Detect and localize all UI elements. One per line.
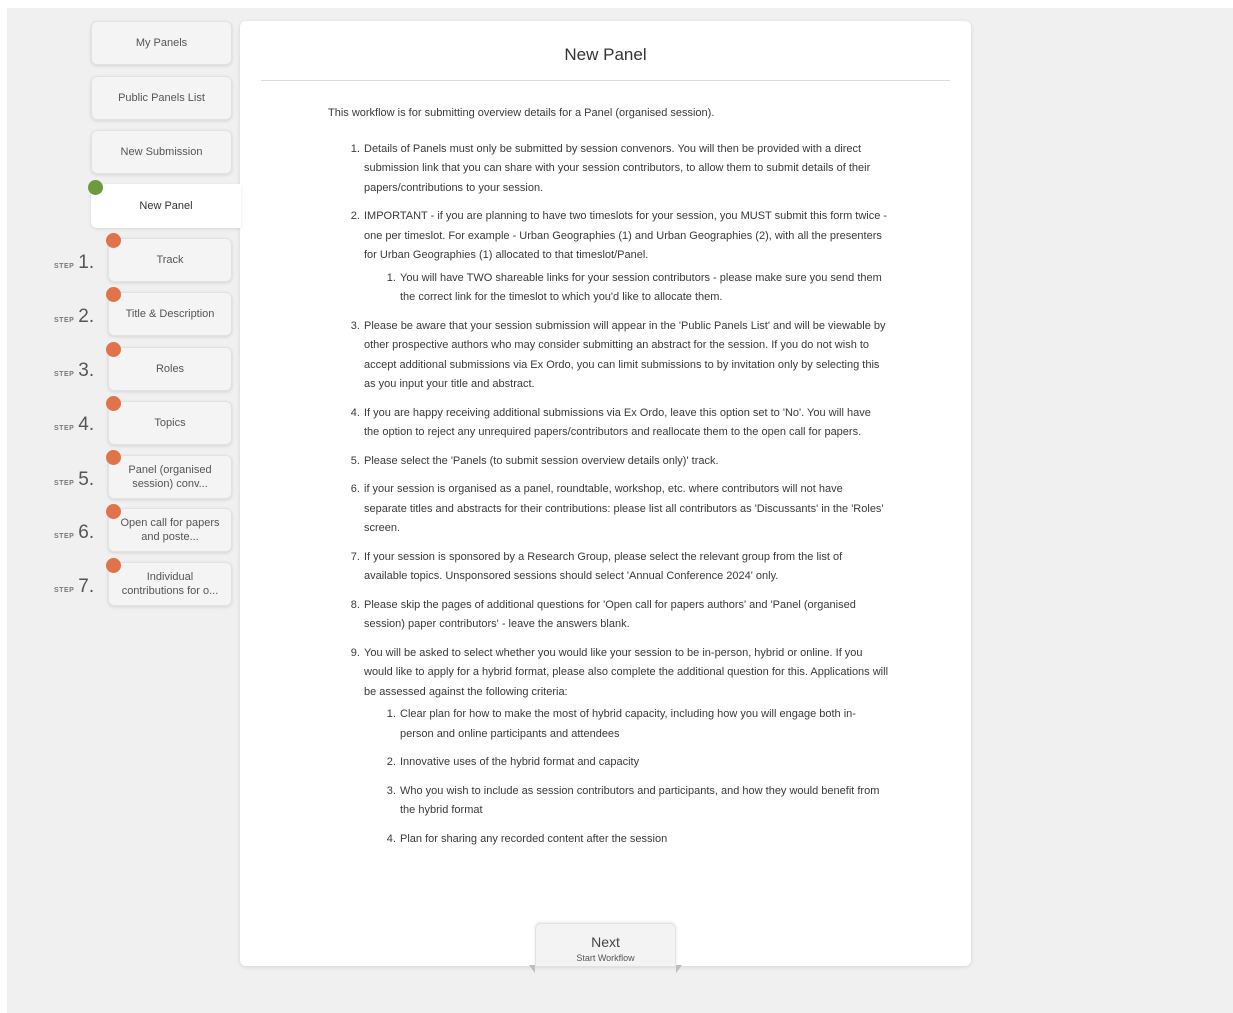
incomplete-status-dot [106,504,121,519]
sub-list: Clear plan for how to make the most of h… [364,705,888,849]
step-tab-open-call[interactable]: Open call for papers and poste... [108,508,232,552]
list-item: If you are happy receiving additional su… [363,404,888,443]
button-fold-left [529,965,535,973]
nav-tab-new-panel[interactable]: New Panel [91,184,241,228]
incomplete-status-dot [106,287,121,302]
step-tab-label: Panel (organised session) conv... [128,464,212,490]
step-num: 1. [78,252,95,273]
sub-list-item-text: You will have TWO shareable links for yo… [400,271,882,304]
sub-list-item-text: Innovative uses of the hybrid format and… [400,756,640,768]
step-word: STEP [54,425,75,432]
step-word: STEP [54,371,75,378]
step-word: STEP [54,533,75,540]
step-number-5: STEP 5. [54,469,98,495]
step-tab-individual-contributions[interactable]: Individual contributions for o... [108,562,232,606]
step-tab-track[interactable]: Track [108,238,232,282]
step-num: 2. [78,306,95,327]
list-item-text: Please be aware that your session submis… [364,319,886,391]
intro-text: This workflow is for submitting overview… [328,107,715,119]
incomplete-status-dot [106,233,121,248]
step-number-7: STEP 7. [54,576,98,602]
instructions-list: Details of Panels must only be submitted… [328,140,888,850]
step-num: 3. [78,360,95,381]
nav-tab-label: My Panels [135,37,188,49]
incomplete-status-dot [106,450,121,465]
list-item-text: if your session is organised as a panel,… [364,483,884,534]
step-number-4: STEP 4. [54,414,98,440]
list-item-text: Please select the 'Panels (to submit ses… [364,454,719,467]
step-tab-roles[interactable]: Roles [108,347,232,391]
list-item-text: You will be asked to select whether you … [364,646,889,698]
current-status-dot [88,180,103,195]
sub-list: You will have TWO shareable links for yo… [364,269,888,308]
list-item: Please be aware that your session submis… [363,317,888,395]
next-button-sublabel: Start Workflow [576,953,635,963]
list-item: IMPORTANT - if you are planning to have … [363,207,888,308]
sub-list-item: Plan for sharing any recorded content af… [399,830,888,850]
list-item-text: Please skip the pages of additional ques… [364,598,856,631]
list-item: Please skip the pages of additional ques… [363,596,888,635]
step-number-2: STEP 2. [54,306,98,332]
list-item-text: If you are happy receiving additional su… [364,406,871,439]
nav-tab-my-panels[interactable]: My Panels [91,21,232,65]
step-num: 5. [78,469,95,490]
step-number-1: STEP 1. [54,252,98,278]
button-fold-right [676,965,682,973]
sub-list-item-text: Who you wish to include as session contr… [400,784,880,817]
step-num: 4. [78,414,95,435]
nav-tab-label: Public Panels List [118,92,205,104]
sub-list-item: You will have TWO shareable links for yo… [399,269,888,308]
list-item-text: Details of Panels must only be submitted… [364,142,871,194]
list-item-text: IMPORTANT - if you are planning to have … [364,210,888,261]
main-panel: New Panel This workflow is for submittin… [240,21,971,966]
list-item: If your session is sponsored by a Resear… [363,548,888,587]
step-tab-topics[interactable]: Topics [108,401,232,445]
step-num: 7. [78,576,95,597]
sub-list-item-text: Clear plan for how to make the most of h… [400,708,856,740]
list-item: You will be asked to select whether you … [363,644,888,850]
page-title: New Panel [564,45,647,64]
list-item: Details of Panels must only be submitted… [363,140,888,199]
step-tab-label: Title & Description [125,308,215,320]
sub-list-item-text: Plan for sharing any recorded content af… [400,832,668,845]
nav-tab-public-panels-list[interactable]: Public Panels List [91,76,232,120]
step-number-6: STEP 6. [54,522,98,548]
nav-tab-label: New Submission [120,146,203,158]
step-tab-label: Individual contributions for o... [121,571,219,597]
sub-list-item: Innovative uses of the hybrid format and… [399,753,888,773]
incomplete-status-dot [106,342,121,357]
step-number-3: STEP 3. [54,360,98,386]
sub-list-item: Who you wish to include as session contr… [399,782,888,821]
next-button[interactable]: Next Start Workflow [535,923,676,967]
sub-list-item: Clear plan for how to make the most of h… [399,705,888,744]
step-tab-title-description[interactable]: Title & Description [108,292,232,336]
incomplete-status-dot [106,558,121,573]
incomplete-status-dot [106,396,121,411]
step-tab-panel-convenors[interactable]: Panel (organised session) conv... [108,455,232,499]
page: My Panels Public Panels List New Submiss… [0,0,1233,1013]
step-tab-label: Track [156,254,184,266]
step-tab-label: Topics [154,417,186,429]
step-word: STEP [54,263,75,270]
step-word: STEP [54,480,75,487]
title-divider [261,80,950,81]
step-word: STEP [54,317,75,324]
list-item: if your session is organised as a panel,… [363,480,888,539]
nav-tab-label: New Panel [139,200,193,212]
step-tab-label: Roles [155,363,185,375]
instructions-content: This workflow is for submitting overview… [328,104,888,858]
list-item: Please select the 'Panels (to submit ses… [363,452,888,472]
list-item-text: If your session is sponsored by a Resear… [364,550,843,583]
step-num: 6. [78,522,95,543]
next-button-label: Next [591,934,620,950]
step-tab-label: Open call for papers and poste... [120,517,220,543]
nav-tab-new-submission[interactable]: New Submission [91,130,232,174]
step-word: STEP [54,587,75,594]
